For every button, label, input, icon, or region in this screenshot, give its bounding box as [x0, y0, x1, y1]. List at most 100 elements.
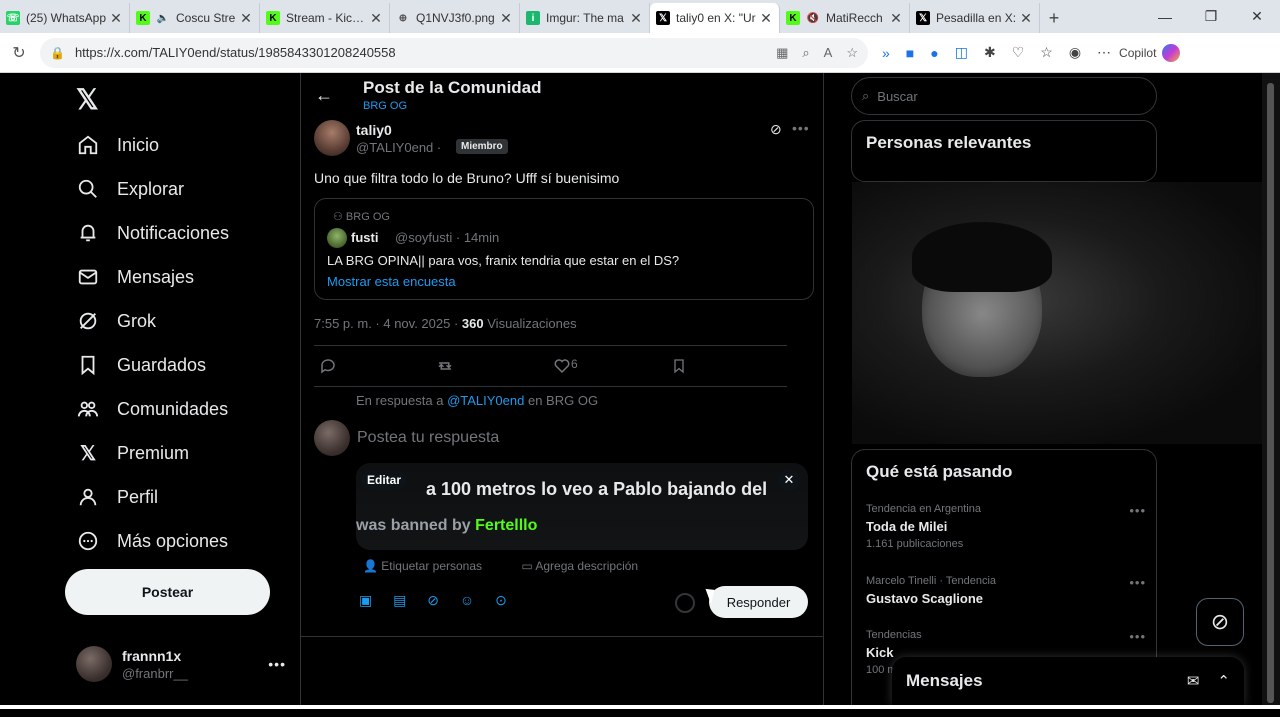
- close-icon[interactable]: ✕: [1019, 10, 1033, 27]
- copilot-icon: [1162, 43, 1181, 62]
- nav-item-mensajes[interactable]: Mensajes: [76, 265, 194, 289]
- x-logo-icon[interactable]: 𝕏: [76, 83, 99, 116]
- author-name[interactable]: taliy0: [356, 122, 392, 138]
- image-icon[interactable]: ▣: [359, 592, 372, 608]
- nav-item-grok[interactable]: Grok: [76, 309, 156, 333]
- new-tab-icon[interactable]: +: [1040, 3, 1068, 33]
- location-icon[interactable]: ⊙: [495, 592, 507, 608]
- back-arrow-icon[interactable]: ←: [315, 85, 333, 106]
- tag-people-button[interactable]: 👤 Etiquetar personas: [363, 559, 500, 573]
- post-time[interactable]: 7:55 p. m. · 4 nov. 2025 ·: [314, 316, 458, 331]
- quoted-post[interactable]: ⚇ BRG OG fusti @soyfusti · 14min LA BRG …: [314, 198, 814, 300]
- close-icon[interactable]: ✕: [369, 10, 383, 27]
- browser-tab[interactable]: ☏ (25) WhatsApp ✕: [0, 3, 130, 33]
- close-icon[interactable]: ✕: [239, 10, 253, 27]
- divider: [314, 345, 787, 346]
- minimize-icon[interactable]: —: [1142, 0, 1188, 33]
- bell-icon: [76, 221, 100, 245]
- account-names: frannn1x @franbrr__: [122, 648, 188, 681]
- lock-icon[interactable]: 🔒: [50, 46, 65, 60]
- search-input[interactable]: ⌕ Buscar: [851, 77, 1157, 115]
- nav-item-comunidades[interactable]: Comunidades: [76, 397, 228, 421]
- repost-icon[interactable]: [435, 357, 455, 380]
- reply-icon[interactable]: [319, 357, 337, 380]
- community-link[interactable]: BRG OG: [363, 100, 407, 112]
- extensions-puzzle-icon[interactable]: ✱: [984, 44, 996, 61]
- chevron-up-icon[interactable]: ⌃: [1217, 672, 1230, 690]
- remove-image-icon[interactable]: ✕: [778, 469, 800, 491]
- close-icon[interactable]: ✕: [499, 10, 513, 27]
- browser-tab[interactable]: 𝕏 Pesadilla en X: ✕: [910, 3, 1040, 33]
- messages-drawer[interactable]: Mensajes ✉ ⌃: [892, 657, 1244, 705]
- emoji-icon[interactable]: ☺: [460, 592, 474, 608]
- scrollbar[interactable]: [1262, 73, 1280, 720]
- avatar[interactable]: [314, 120, 350, 156]
- window-close-icon[interactable]: ✕: [1234, 0, 1280, 33]
- more-icon[interactable]: •••: [1129, 629, 1146, 644]
- close-icon[interactable]: ✕: [889, 10, 903, 27]
- browser-tab-active[interactable]: 𝕏 taliy0 en X: "Ur ✕: [650, 3, 780, 33]
- nav-item-mas-opciones[interactable]: Más opciones: [76, 529, 228, 553]
- refresh-icon[interactable]: ↻: [6, 43, 32, 63]
- copilot-button[interactable]: Copilot: [1119, 43, 1181, 62]
- nav-item-perfil[interactable]: Perfil: [76, 485, 158, 509]
- bookmark-icon[interactable]: [671, 357, 687, 380]
- nav-item-premium[interactable]: 𝕏 Premium: [76, 441, 189, 465]
- favorites-icon[interactable]: ☆: [1040, 44, 1053, 61]
- performance-icon[interactable]: ♡: [1012, 44, 1025, 61]
- like-button[interactable]: 6: [553, 357, 578, 380]
- account-switcher[interactable]: frannn1x @franbrr__ •••: [76, 643, 286, 685]
- more-icon[interactable]: •••: [1129, 575, 1146, 590]
- nav-item-guardados[interactable]: Guardados: [76, 353, 206, 377]
- read-aloud-icon[interactable]: A: [824, 45, 833, 61]
- more-icon[interactable]: •••: [792, 120, 810, 136]
- browser-tab[interactable]: K 🔈 Coscu Stre ✕: [130, 3, 260, 33]
- whatsapp-icon: ☏: [6, 11, 20, 25]
- extension-icon[interactable]: »: [882, 45, 890, 61]
- close-icon[interactable]: ✕: [759, 10, 773, 27]
- gif-icon[interactable]: ▤: [393, 592, 406, 608]
- close-icon[interactable]: ✕: [629, 10, 643, 27]
- browser-tab[interactable]: K 🔇 MatiRecch ✕: [780, 3, 910, 33]
- post-button[interactable]: Postear: [65, 569, 270, 615]
- close-icon[interactable]: ✕: [109, 10, 123, 27]
- browser-tab[interactable]: K Stream - Kick D ✕: [260, 3, 390, 33]
- nav-item-notificaciones[interactable]: Notificaciones: [76, 221, 229, 245]
- zoom-icon[interactable]: ⌕: [802, 45, 809, 61]
- extension-icon[interactable]: ■: [906, 45, 914, 61]
- url-field[interactable]: 🔒 https://x.com/TALIY0end/status/1985843…: [40, 37, 868, 68]
- trend-context: Tendencia en Argentina: [866, 503, 981, 515]
- grok-icon[interactable]: ⊘: [427, 592, 439, 608]
- relevant-people-card: Personas relevantes: [851, 120, 1157, 182]
- url-actions: ▦ ⌕ A ☆: [776, 45, 858, 61]
- edit-image-button[interactable]: Editar: [361, 470, 408, 490]
- nav-item-explorar[interactable]: Explorar: [76, 177, 184, 201]
- grok-icon[interactable]: ⊘: [770, 121, 782, 138]
- trend-context: Tendencias: [866, 629, 922, 641]
- trend-item[interactable]: Marcelo Tinelli · Tendencia Gustavo Scag…: [866, 575, 1146, 606]
- trend-item[interactable]: Tendencia en Argentina Toda de Milei 1.1…: [866, 503, 1146, 550]
- author-handle[interactable]: @TALIY0end ·: [356, 140, 441, 155]
- apps-icon[interactable]: ▦: [776, 45, 788, 61]
- browser-tab[interactable]: i Imgur: The ma ✕: [520, 3, 650, 33]
- extension-icon[interactable]: ◫: [955, 44, 968, 61]
- more-icon[interactable]: •••: [268, 656, 286, 672]
- more-icon[interactable]: •••: [1129, 503, 1146, 518]
- favorite-star-icon[interactable]: ☆: [846, 45, 858, 61]
- show-poll-link[interactable]: Mostrar esta encuesta: [327, 274, 456, 289]
- profile-avatar[interactable]: ◉: [1069, 44, 1081, 61]
- add-description-button[interactable]: ▭ Agrega descripción: [521, 559, 656, 573]
- tab-label: taliy0 en X: "Ur: [676, 11, 756, 25]
- restore-icon[interactable]: ❐: [1188, 0, 1234, 33]
- settings-more-icon[interactable]: ⋯: [1097, 44, 1111, 61]
- extension-icon[interactable]: ●: [930, 45, 938, 61]
- grok-floating-button[interactable]: ⊘: [1196, 598, 1244, 646]
- scrollbar-thumb[interactable]: [1267, 83, 1274, 703]
- in-reply-handle[interactable]: @TALIY0end: [447, 393, 524, 408]
- new-message-icon[interactable]: ✉: [1187, 672, 1200, 690]
- quote-author-name: fusti: [351, 230, 379, 245]
- nav-item-inicio[interactable]: Inicio: [76, 133, 159, 157]
- reply-submit-button[interactable]: Responder: [709, 586, 808, 618]
- browser-tab[interactable]: ⊕ Q1NVJ3f0.png ✕: [390, 3, 520, 33]
- reply-input[interactable]: Postea tu respuesta: [357, 429, 499, 447]
